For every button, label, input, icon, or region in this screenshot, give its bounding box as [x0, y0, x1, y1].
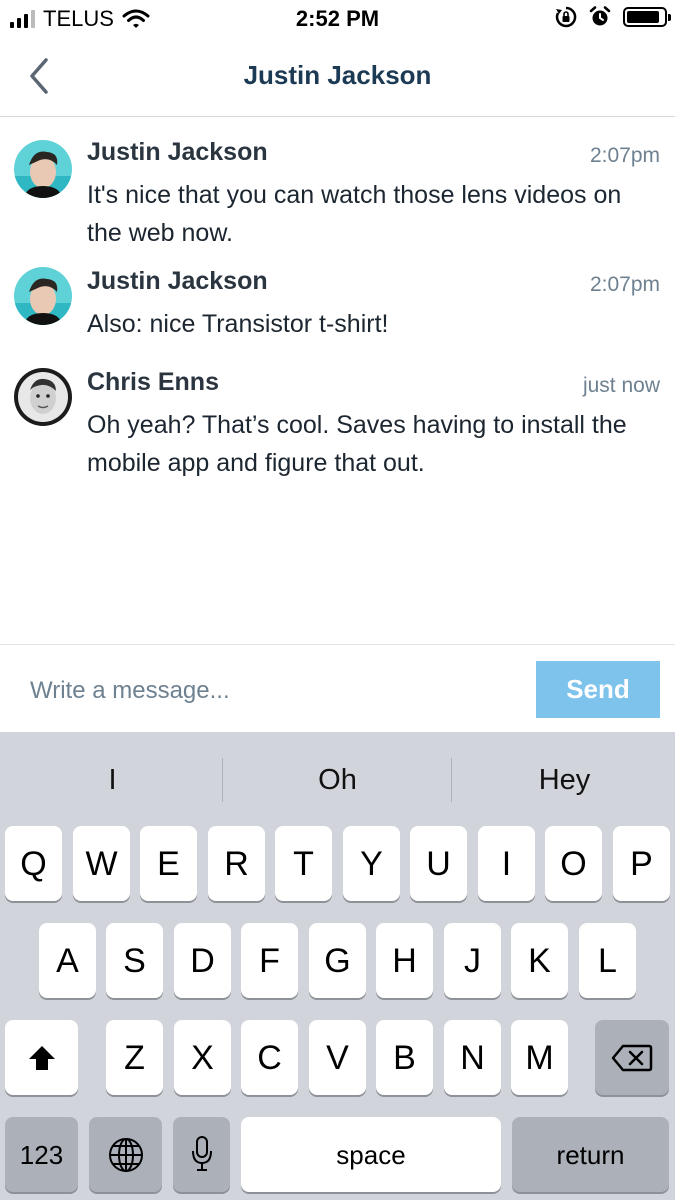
key-a[interactable]: A: [39, 923, 96, 998]
key-b[interactable]: B: [376, 1020, 433, 1095]
message-input[interactable]: [30, 673, 510, 709]
key-x[interactable]: X: [174, 1020, 231, 1095]
suggestion-divider: [222, 758, 223, 802]
key-z[interactable]: Z: [106, 1020, 163, 1095]
avatar: [14, 140, 72, 198]
globe-key[interactable]: [89, 1117, 162, 1192]
key-q[interactable]: Q: [5, 826, 62, 901]
status-right: [555, 6, 671, 28]
battery-icon: [623, 7, 671, 27]
page-title: Justin Jackson: [243, 60, 432, 90]
microphone-icon: [191, 1136, 212, 1171]
key-r[interactable]: R: [208, 826, 265, 901]
suggestion-item[interactable]: Hey: [452, 732, 675, 824]
orientation-lock-icon: [555, 6, 577, 28]
key-e[interactable]: E: [140, 826, 197, 901]
message-time: 2:07pm: [589, 273, 660, 296]
key-j[interactable]: J: [444, 923, 501, 998]
message-text: Also: nice Transistor t-shirt!: [87, 310, 389, 338]
key-w[interactable]: W: [73, 826, 130, 901]
message-composer: Send: [0, 644, 675, 733]
suggestion-item[interactable]: I: [0, 732, 225, 824]
predictive-bar: I Oh Hey: [0, 732, 675, 824]
shift-icon: [28, 1046, 55, 1070]
space-key[interactable]: space: [241, 1117, 501, 1192]
key-m[interactable]: M: [511, 1020, 568, 1095]
key-l[interactable]: L: [579, 923, 636, 998]
key-g[interactable]: G: [309, 923, 366, 998]
send-button[interactable]: Send: [536, 661, 660, 718]
key-u[interactable]: U: [410, 826, 467, 901]
key-c[interactable]: C: [241, 1020, 298, 1095]
message-sender: Justin Jackson: [87, 138, 268, 166]
shift-key[interactable]: [5, 1020, 78, 1095]
message-text: Oh yeah? That’s cool. Saves having to in…: [87, 411, 627, 477]
battery-level: [627, 11, 660, 23]
numbers-key[interactable]: 123: [5, 1117, 78, 1192]
key-f[interactable]: F: [241, 923, 298, 998]
avatar: [14, 267, 72, 325]
key-y[interactable]: Y: [343, 826, 400, 901]
message-sender: Justin Jackson: [87, 267, 268, 295]
message-sender: Chris Enns: [87, 368, 219, 396]
backspace-key[interactable]: [595, 1020, 669, 1095]
message-time: 2:07pm: [589, 144, 660, 167]
key-d[interactable]: D: [174, 923, 231, 998]
key-k[interactable]: K: [511, 923, 568, 998]
avatar: [14, 368, 72, 426]
message-text: It's nice that you can watch those lens …: [87, 181, 622, 247]
key-t[interactable]: T: [275, 826, 332, 901]
key-i[interactable]: I: [478, 826, 535, 901]
return-key[interactable]: return: [512, 1117, 669, 1192]
key-s[interactable]: S: [106, 923, 163, 998]
conversation-header: Justin Jackson: [0, 40, 675, 117]
globe-icon: [108, 1138, 143, 1172]
status-bar: TELUS 2:52 PM: [0, 0, 675, 40]
suggestion-item[interactable]: Oh: [225, 732, 450, 824]
backspace-icon: [611, 1044, 653, 1072]
key-n[interactable]: N: [444, 1020, 501, 1095]
key-o[interactable]: O: [545, 826, 602, 901]
microphone-key[interactable]: [173, 1117, 230, 1192]
message-time: just now: [582, 374, 660, 397]
keyboard: I Oh Hey Q W E R T Y U I O P A S D F G H…: [0, 732, 675, 1200]
key-v[interactable]: V: [309, 1020, 366, 1095]
key-h[interactable]: H: [376, 923, 433, 998]
alarm-icon: [589, 6, 611, 26]
key-p[interactable]: P: [613, 826, 670, 901]
